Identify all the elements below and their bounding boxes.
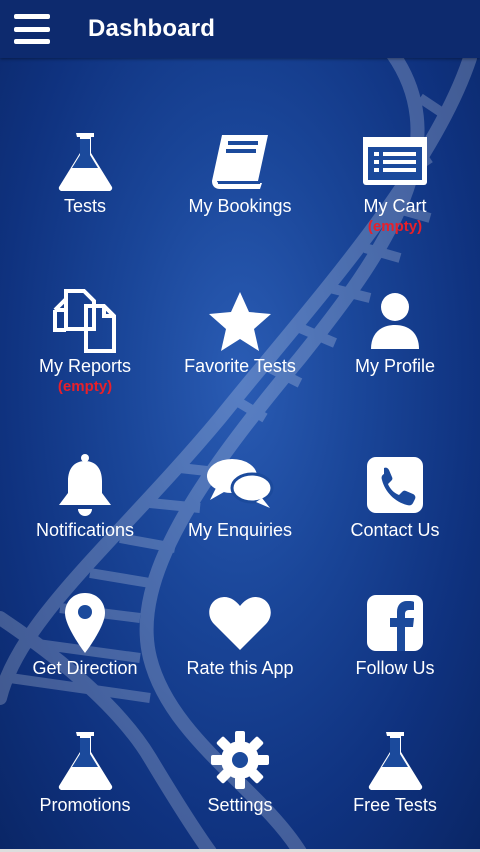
tile-my-cart[interactable]: My Cart (empty) [320, 126, 470, 256]
bell-icon [50, 450, 120, 520]
tile-rate-this-app[interactable]: Rate this App [165, 588, 315, 718]
app-header: Dashboard [0, 0, 480, 58]
tile-label: Free Tests [353, 795, 437, 815]
tile-label: Promotions [39, 795, 131, 815]
tile-label: Tests [63, 196, 106, 216]
tile-label: My Enquiries [187, 520, 293, 540]
tile-my-enquiries[interactable]: My Enquiries [165, 450, 315, 580]
gear-icon [205, 725, 275, 795]
tile-promotions[interactable]: Promotions [10, 725, 160, 852]
user-icon [360, 286, 430, 356]
page-title: Dashboard [88, 15, 216, 42]
tile-get-direction[interactable]: Get Direction [10, 588, 160, 718]
tile-contact-us[interactable]: Contact Us [320, 450, 470, 580]
tile-notifications[interactable]: Notifications [10, 450, 160, 580]
copy-documents-icon [50, 286, 120, 356]
chat-bubbles-icon [205, 450, 275, 520]
tile-label: Favorite Tests [184, 356, 296, 376]
tile-label: My Profile [354, 356, 435, 376]
tile-label: My Reports [38, 356, 132, 376]
map-pin-icon [50, 588, 120, 658]
tile-label: My Cart [363, 196, 427, 216]
tile-my-bookings[interactable]: My Bookings [165, 126, 315, 256]
tile-label: Contact Us [350, 520, 440, 540]
tile-label: Follow Us [355, 658, 435, 678]
facebook-icon [360, 588, 430, 658]
star-icon [205, 286, 275, 356]
tile-free-tests[interactable]: Free Tests [320, 725, 470, 852]
flask-icon [50, 126, 120, 196]
cart-empty-badge: (empty) [367, 218, 423, 235]
dashboard-grid: Tests My Bookings My Cart (empty) My Rep… [0, 58, 480, 852]
tile-label: Notifications [35, 520, 135, 540]
tile-label: Rate this App [186, 658, 294, 678]
dashboard-area: Tests My Bookings My Cart (empty) My Rep… [0, 58, 480, 852]
flask-icon [360, 725, 430, 795]
tile-my-reports[interactable]: My Reports (empty) [10, 286, 160, 416]
tile-label: Settings [207, 795, 273, 815]
phone-icon [360, 450, 430, 520]
heart-icon [205, 588, 275, 658]
reports-empty-badge: (empty) [57, 378, 113, 395]
tile-my-profile[interactable]: My Profile [320, 286, 470, 416]
tile-label: Get Direction [32, 658, 138, 678]
flask-icon [50, 725, 120, 795]
tile-follow-us[interactable]: Follow Us [320, 588, 470, 718]
book-icon [205, 126, 275, 196]
tile-label: My Bookings [188, 196, 292, 216]
tile-favorite-tests[interactable]: Favorite Tests [165, 286, 315, 416]
tile-tests[interactable]: Tests [10, 126, 160, 256]
cart-list-icon [360, 126, 430, 196]
tile-settings[interactable]: Settings [165, 725, 315, 852]
hamburger-menu-icon[interactable] [14, 14, 50, 44]
